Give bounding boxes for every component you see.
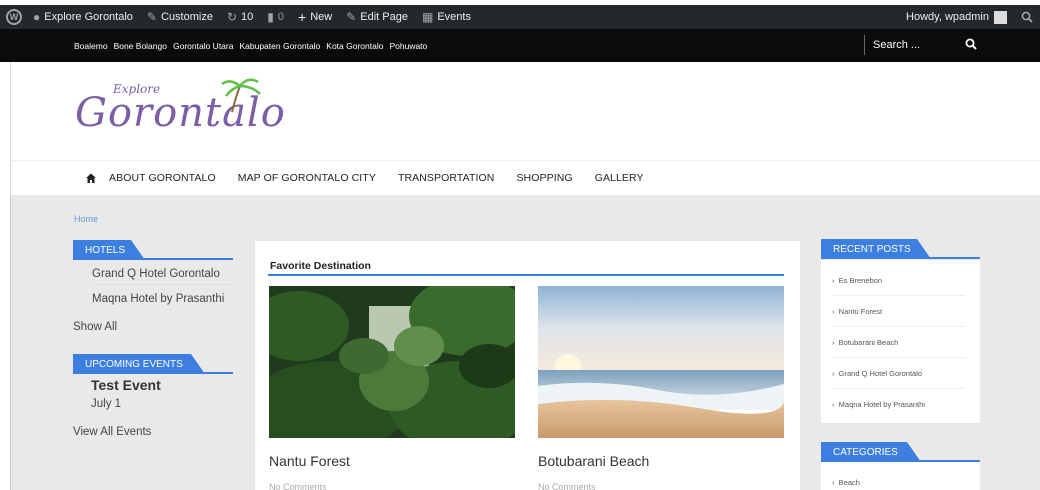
divider: [73, 258, 233, 260]
hotel-link[interactable]: Grand Q Hotel Gorontalo: [92, 268, 220, 280]
card-comments[interactable]: No Comments: [269, 482, 327, 490]
card-image-beach[interactable]: [538, 286, 784, 438]
customize-label: Customize: [160, 11, 213, 23]
region-link[interactable]: Pohuwato: [389, 41, 427, 51]
pencil-icon: ✎: [346, 10, 357, 24]
dashboard-icon: ●: [33, 10, 41, 24]
divider: [832, 388, 965, 389]
divider: [821, 257, 980, 259]
recent-post-title: Grand Q Hotel Gorontalo: [838, 369, 923, 378]
wordpress-logo-icon[interactable]: W: [6, 9, 22, 25]
admin-new[interactable]: + New: [291, 5, 339, 29]
recent-post-title: Nantu Forest: [838, 307, 883, 316]
region-link[interactable]: Bone Bolango: [114, 41, 167, 51]
menu-item-map[interactable]: MAP OF GORONTALO CITY: [238, 172, 376, 184]
recent-post-link[interactable]: › Botubarani Beach: [832, 338, 898, 347]
card-title[interactable]: Botubarani Beach: [538, 453, 649, 469]
events-widget-title: UPCOMING EVENTS: [73, 354, 205, 374]
search-icon: [1021, 11, 1033, 23]
calendar-icon: ▦: [421, 10, 434, 24]
breadcrumb[interactable]: Home: [74, 214, 98, 224]
howdy-label: Howdy, wpadmin: [906, 11, 989, 23]
admin-edit-page[interactable]: ✎ Edit Page: [339, 5, 415, 29]
search-input[interactable]: Search ...: [864, 35, 1024, 55]
card-title[interactable]: Nantu Forest: [269, 453, 350, 469]
event-title[interactable]: Test Event: [91, 377, 161, 393]
divider: [832, 295, 965, 296]
main-menu: ABOUT GORONTALO MAP OF GORONTALO CITY TR…: [10, 160, 1040, 195]
updates-icon: ↻: [226, 10, 238, 24]
admin-search[interactable]: [1014, 5, 1040, 29]
admin-account[interactable]: Howdy, wpadmin: [899, 5, 1014, 29]
admin-events[interactable]: ▦ Events: [415, 5, 478, 29]
categories-widget-title: CATEGORIES: [821, 442, 921, 462]
new-label: New: [310, 11, 333, 23]
region-link[interactable]: Boalemo: [74, 41, 108, 51]
region-link[interactable]: Gorontalo Utara: [173, 41, 233, 51]
admin-comments[interactable]: ▮ 0: [260, 5, 291, 29]
recent-post-link[interactable]: › Grand Q Hotel Gorontalo: [832, 369, 922, 378]
brush-icon: ✎: [146, 10, 157, 24]
edit-page-label: Edit Page: [360, 11, 408, 23]
home-icon[interactable]: [85, 172, 97, 184]
divider: [73, 372, 233, 374]
recent-posts-title: RECENT POSTS: [833, 243, 911, 255]
admin-bar: W ● Explore Gorontalo ✎ Customize ↻ 10 ▮…: [0, 5, 1040, 29]
region-link[interactable]: Kabupaten Gorontalo: [239, 41, 320, 51]
plus-icon: +: [298, 9, 307, 25]
search-icon[interactable]: [965, 38, 977, 50]
recent-post-link[interactable]: › Es Brenebon: [832, 276, 882, 285]
site-header: Explore Gorontalo: [10, 62, 1040, 160]
hotel-link[interactable]: Maqna Hotel by Prasanthi: [92, 293, 224, 305]
updates-count: 10: [241, 11, 254, 23]
menu-item-gallery[interactable]: GALLERY: [595, 172, 644, 184]
hotels-widget-title: HOTELS: [73, 240, 145, 260]
region-links: Boalemo Bone Bolango Gorontalo Utara Kab…: [74, 41, 427, 51]
menu-item-transportation[interactable]: TRANSPORTATION: [398, 172, 495, 184]
category-title: Beach: [838, 478, 860, 487]
comment-icon: ▮: [267, 10, 274, 24]
admin-customize[interactable]: ✎ Customize: [140, 5, 220, 29]
comments-count: 0: [277, 11, 284, 23]
recent-post-title: Botubarani Beach: [838, 338, 899, 347]
hotels-show-all-link[interactable]: Show All: [73, 321, 117, 333]
events-label: Events: [437, 11, 471, 23]
card-comments[interactable]: No Comments: [538, 482, 596, 490]
event-date: July 1: [91, 398, 122, 410]
events-title: UPCOMING EVENTS: [85, 358, 183, 370]
page: W ● Explore Gorontalo ✎ Customize ↻ 10 ▮…: [0, 0, 1040, 490]
palm-tree-icon: [221, 78, 261, 113]
site-logo[interactable]: Explore Gorontalo: [75, 72, 285, 152]
divider: [832, 357, 965, 358]
recent-posts-widget-title: RECENT POSTS: [821, 239, 931, 259]
categories-title: CATEGORIES: [833, 446, 898, 458]
divider: [832, 326, 965, 327]
section-title: Favorite Destination: [270, 260, 371, 272]
search-placeholder: Search ...: [873, 39, 921, 51]
recent-post-title: Es Brenebon: [838, 276, 883, 285]
divider: [92, 284, 232, 285]
recent-post-title: Maqna Hotel by Prasanthi: [838, 400, 925, 409]
top-navigation: Boalemo Bone Bolango Gorontalo Utara Kab…: [0, 29, 1040, 62]
menu-item-about[interactable]: ABOUT GORONTALO: [109, 172, 216, 184]
recent-post-link[interactable]: › Maqna Hotel by Prasanthi: [832, 400, 925, 409]
avatar: [994, 10, 1007, 24]
divider: [268, 274, 784, 276]
hotels-title: HOTELS: [85, 244, 126, 256]
category-link[interactable]: › Beach: [832, 478, 860, 487]
admin-site-name[interactable]: ● Explore Gorontalo: [26, 5, 140, 29]
card-image-forest[interactable]: [269, 286, 515, 438]
view-all-events-link[interactable]: View All Events: [73, 426, 151, 438]
recent-post-link[interactable]: › Nantu Forest: [832, 307, 882, 316]
region-link[interactable]: Kota Gorontalo: [326, 41, 383, 51]
site-name-label: Explore Gorontalo: [44, 11, 133, 23]
menu-item-shopping[interactable]: SHOPPING: [516, 172, 572, 184]
admin-updates[interactable]: ↻ 10: [220, 5, 260, 29]
